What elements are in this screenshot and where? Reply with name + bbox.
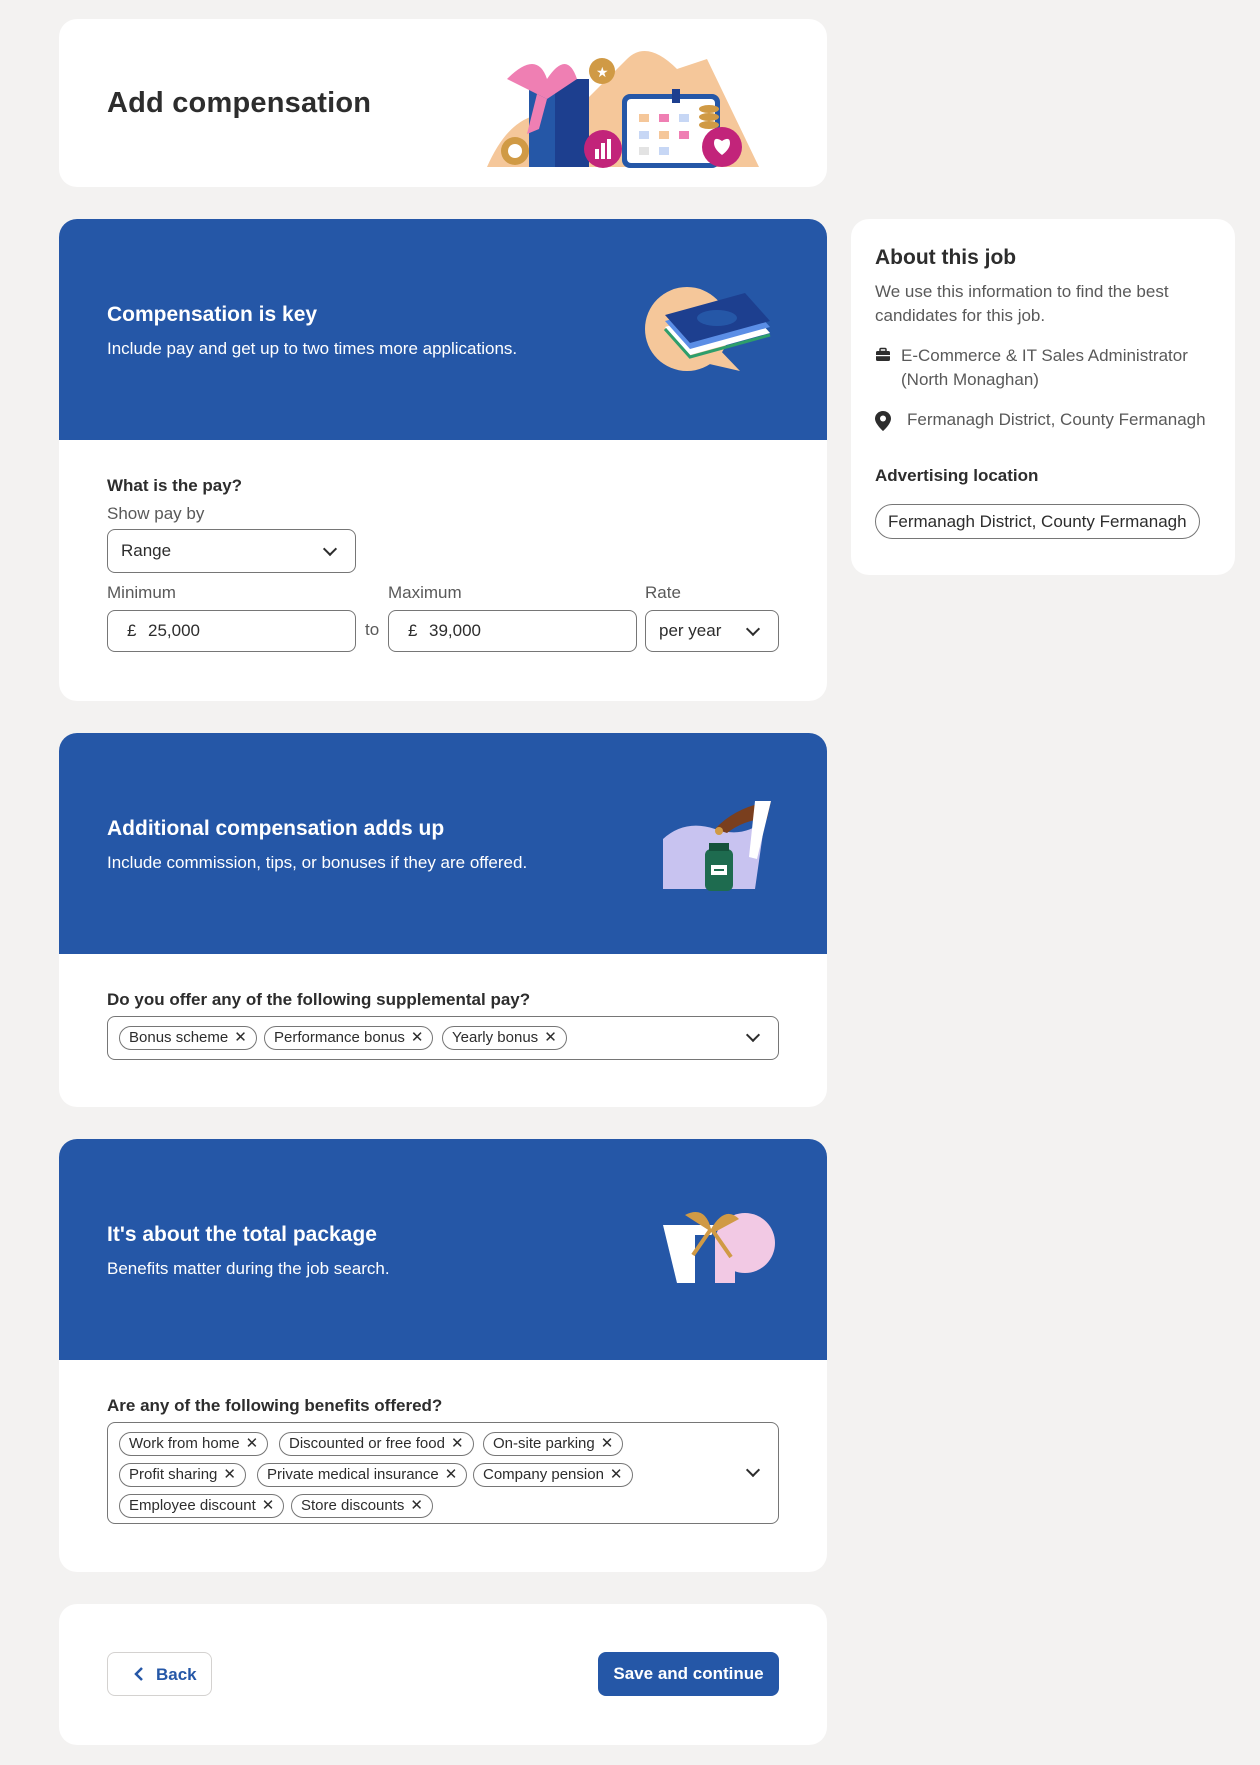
remove-icon[interactable]: ✕ xyxy=(246,1435,259,1452)
benefits-banner: It's about the total package Benefits ma… xyxy=(59,1139,827,1360)
remove-icon[interactable]: ✕ xyxy=(410,1497,423,1514)
svg-text:★: ★ xyxy=(596,64,609,80)
benefits-banner-title: It's about the total package xyxy=(107,1223,377,1246)
chip-discounted-food[interactable]: Discounted or free food ✕ xyxy=(279,1432,474,1456)
chip-yearly-bonus[interactable]: Yearly bonus ✕ xyxy=(442,1026,567,1050)
show-pay-by-label: Show pay by xyxy=(107,504,205,523)
job-location: Fermanagh District, County Fermanagh xyxy=(907,410,1206,429)
compensation-illustration: ★ xyxy=(487,51,759,168)
minimum-pay-input[interactable]: £ 25,000 xyxy=(107,610,356,652)
rate-label: Rate xyxy=(645,583,681,602)
location-row: Fermanagh District, County Fermanagh xyxy=(875,408,1215,432)
benefits-multiselect[interactable]: Work from home ✕ Discounted or free food ✕… xyxy=(107,1422,779,1524)
pay-question: What is the pay? xyxy=(107,476,243,495)
job-title: E-Commerce & IT Sales Administrator (Nor… xyxy=(901,346,1188,389)
currency-symbol: £ xyxy=(408,621,418,640)
maximum-pay-input[interactable]: £ 39,000 xyxy=(388,610,637,652)
benefits-banner-subtitle: Benefits matter during the job search. xyxy=(107,1259,390,1278)
about-job-sidebar: About this job We use this information t… xyxy=(851,219,1235,575)
back-button-label: Back xyxy=(156,1665,197,1684)
remove-icon[interactable]: ✕ xyxy=(610,1466,623,1483)
gift-illustration xyxy=(663,1212,775,1283)
advertising-location-label: Advertising location xyxy=(875,466,1039,485)
maximum-pay-value: 39,000 xyxy=(429,621,481,640)
currency-symbol: £ xyxy=(127,621,137,640)
chevron-down-icon xyxy=(745,621,761,637)
save-and-continue-button[interactable]: Save and continue xyxy=(598,1652,779,1696)
sidebar-description: We use this information to find the best… xyxy=(875,282,1169,325)
advertising-location-chip[interactable]: Fermanagh District, County Fermanagh xyxy=(875,504,1200,539)
chevron-down-icon[interactable] xyxy=(745,1462,761,1478)
chip-profit-sharing[interactable]: Profit sharing ✕ xyxy=(119,1463,246,1487)
supplemental-question: Do you offer any of the following supple… xyxy=(107,990,531,1009)
sidebar-title: About this job xyxy=(875,246,1017,269)
tip-jar-illustration xyxy=(663,801,771,891)
briefcase-icon xyxy=(876,347,890,361)
remove-icon[interactable]: ✕ xyxy=(451,1435,464,1452)
pay-banner-title: Compensation is key xyxy=(107,303,318,326)
remove-icon[interactable]: ✕ xyxy=(234,1029,247,1046)
chevron-down-icon[interactable] xyxy=(745,1027,761,1043)
chevron-down-icon xyxy=(322,541,338,557)
chip-company-pension[interactable]: Company pension ✕ xyxy=(473,1463,633,1487)
minimum-pay-value: 25,000 xyxy=(148,621,200,640)
pay-card: Compensation is key Include pay and get … xyxy=(59,219,827,701)
chip-store-discounts[interactable]: Store discounts ✕ xyxy=(291,1494,433,1518)
supplemental-pay-multiselect[interactable]: Bonus scheme ✕ Performance bonus ✕ Yearly … xyxy=(107,1016,779,1060)
rate-value: per year xyxy=(659,621,722,640)
maximum-label: Maximum xyxy=(388,583,462,602)
money-speech-bubble-illustration xyxy=(645,287,771,371)
location-pin-icon xyxy=(875,411,891,431)
rate-select[interactable]: per year xyxy=(645,610,779,652)
chip-bonus-scheme[interactable]: Bonus scheme ✕ xyxy=(119,1026,257,1050)
benefits-card: It's about the total package Benefits ma… xyxy=(59,1139,827,1572)
minimum-label: Minimum xyxy=(107,583,176,602)
job-title-row: E-Commerce & IT Sales Administrator (Nor… xyxy=(875,344,1215,392)
to-label: to xyxy=(365,620,380,639)
supplemental-banner: Additional compensation adds up Include … xyxy=(59,733,827,954)
back-button[interactable]: Back xyxy=(107,1652,212,1696)
pay-banner: Compensation is key Include pay and get … xyxy=(59,219,827,440)
chip-employee-discount[interactable]: Employee discount ✕ xyxy=(119,1494,285,1518)
supplemental-banner-subtitle: Include commission, tips, or bonuses if … xyxy=(107,853,528,872)
show-pay-by-select[interactable]: Range xyxy=(107,529,356,573)
chip-performance-bonus[interactable]: Performance bonus ✕ xyxy=(264,1026,434,1050)
header-card: Add compensation ★ xyxy=(59,19,827,187)
remove-icon[interactable]: ✕ xyxy=(262,1497,275,1514)
remove-icon[interactable]: ✕ xyxy=(544,1029,557,1046)
supplemental-pay-card: Additional compensation adds up Include … xyxy=(59,733,827,1107)
footer-card: Back Save and continue xyxy=(59,1604,827,1745)
benefits-question: Are any of the following benefits offere… xyxy=(107,1396,443,1415)
pay-banner-subtitle: Include pay and get up to two times more… xyxy=(107,339,518,358)
remove-icon[interactable]: ✕ xyxy=(445,1466,458,1483)
remove-icon[interactable]: ✕ xyxy=(601,1435,614,1452)
page-title: Add compensation xyxy=(107,87,372,119)
supplemental-banner-title: Additional compensation adds up xyxy=(107,817,445,840)
chip-on-site-parking[interactable]: On-site parking ✕ xyxy=(483,1432,624,1456)
chip-work-from-home[interactable]: Work from home ✕ xyxy=(119,1432,269,1456)
remove-icon[interactable]: ✕ xyxy=(411,1029,424,1046)
chip-private-medical-insurance[interactable]: Private medical insurance ✕ xyxy=(257,1463,468,1487)
chevron-left-icon xyxy=(134,1667,143,1681)
remove-icon[interactable]: ✕ xyxy=(223,1466,236,1483)
show-pay-by-value: Range xyxy=(121,541,172,560)
